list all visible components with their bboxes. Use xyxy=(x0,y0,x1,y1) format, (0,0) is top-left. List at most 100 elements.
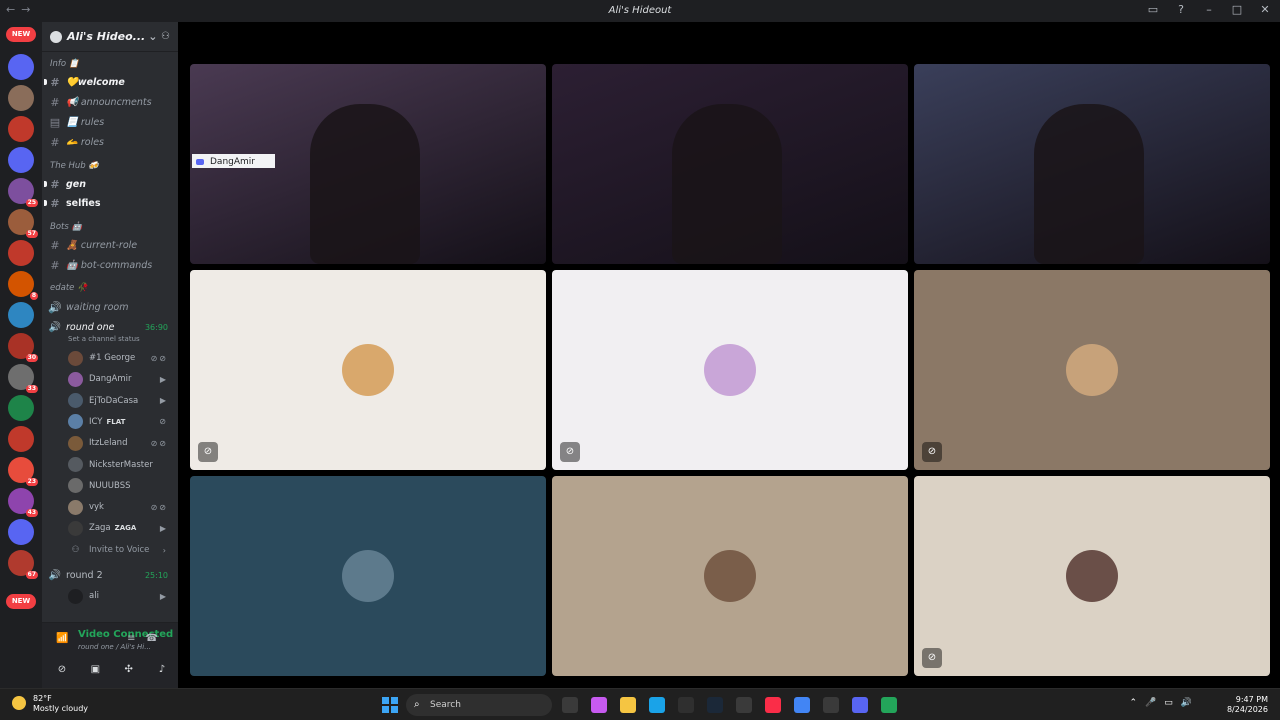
voice-channel-waiting-room[interactable]: 🔊 waiting room xyxy=(48,298,172,316)
voice-user[interactable]: NUUUBSS xyxy=(68,476,172,496)
participant-tile[interactable]: ⊘ xyxy=(914,476,1270,676)
server-icon[interactable]: 57 xyxy=(8,209,38,238)
server-icon[interactable] xyxy=(8,395,34,421)
voice-user[interactable]: ICY FLAT ⊘ xyxy=(68,412,172,432)
channel-announcements[interactable]: # 📢 announcments xyxy=(48,93,172,111)
video-tile[interactable] xyxy=(552,64,908,264)
clock[interactable]: 9:47 PM 8/24/2026 xyxy=(1227,695,1268,715)
voice-channel-round-one[interactable]: 🔊 round one 36:90 xyxy=(48,318,172,336)
server-icon[interactable]: 33 xyxy=(8,364,38,393)
server-icon[interactable] xyxy=(8,85,34,111)
taskbar-app-icon[interactable] xyxy=(707,697,723,713)
hash-icon: # xyxy=(50,238,60,252)
speaker-icon: 🔊 xyxy=(48,300,62,314)
channel-selfies[interactable]: # selfies xyxy=(44,194,172,212)
voice-user[interactable]: EjToDaCasa ▶ xyxy=(68,391,172,411)
server-icon[interactable]: 23 xyxy=(8,457,38,486)
channel-bot-commands[interactable]: # 🤖 bot-commands xyxy=(48,256,172,274)
user-name: Zaga xyxy=(89,523,111,534)
server-icon[interactable] xyxy=(8,54,34,80)
signal-icon[interactable]: 📶 xyxy=(56,633,68,644)
voice-user[interactable]: #1 George ⊘⊘ xyxy=(68,348,172,368)
inbox-icon[interactable]: ▭ xyxy=(1146,3,1160,16)
video-feed xyxy=(1034,104,1144,264)
add-user-icon[interactable]: ⚇ xyxy=(161,31,170,42)
voice-user-ali[interactable]: ali ▶ xyxy=(68,586,172,606)
video-tile[interactable] xyxy=(914,64,1270,264)
participant-tile[interactable]: ⊘ xyxy=(190,270,546,470)
taskbar-app-icon[interactable] xyxy=(823,697,839,713)
soundboard-button[interactable]: ♪ xyxy=(150,661,174,679)
voice-user[interactable]: NicksterMaster xyxy=(68,455,172,475)
channel-current-role[interactable]: # 🧸 current-role xyxy=(48,236,172,254)
participant-tile[interactable] xyxy=(552,476,908,676)
channel-label: 🫴 roles xyxy=(66,136,104,148)
participant-tile[interactable]: ⊘ xyxy=(914,270,1270,470)
server-icon[interactable]: 30 xyxy=(8,333,38,362)
new-badge-bottom[interactable]: NEW xyxy=(6,594,36,609)
channel-status[interactable]: Set a channel status xyxy=(68,335,140,343)
invite-to-voice[interactable]: ⚇ Invite to Voice › xyxy=(68,540,172,560)
server-icon[interactable] xyxy=(8,116,34,142)
user-name: NUUUBSS xyxy=(89,480,131,491)
help-icon[interactable]: ? xyxy=(1174,3,1188,16)
status-icons: ⊘⊘ xyxy=(150,502,168,512)
channel-roles[interactable]: # 🫴 roles xyxy=(48,133,172,151)
taskbar-app-icon[interactable] xyxy=(765,697,781,713)
category-edate[interactable]: edate 🥀 xyxy=(50,283,88,293)
taskbar-app-icon[interactable] xyxy=(649,697,665,713)
new-badge[interactable]: NEW xyxy=(6,27,36,42)
taskbar-app-icon[interactable] xyxy=(881,697,897,713)
voice-user[interactable]: Zaga ZAGA ▶ xyxy=(68,518,172,538)
server-icon[interactable] xyxy=(8,302,34,328)
activities-button[interactable]: ✣ xyxy=(117,661,141,679)
taskbar-app-icon[interactable] xyxy=(620,697,636,713)
minimize-button[interactable]: – xyxy=(1202,3,1216,16)
system-tray[interactable]: ⌃🎤▭🔊 xyxy=(1130,698,1200,708)
noise-and-disconnect-icons[interactable]: ≡☎ xyxy=(127,633,168,644)
taskbar-app-icon[interactable] xyxy=(591,697,607,713)
participant-nametag: DangAmir xyxy=(192,154,275,168)
voice-user[interactable]: vyk ⊘⊘ xyxy=(68,497,172,517)
server-icon[interactable]: 25 xyxy=(8,178,38,207)
server-icon[interactable]: 67 xyxy=(8,550,38,579)
avatar xyxy=(704,344,756,396)
server-icon[interactable]: 8 xyxy=(8,271,38,300)
camera-off-button[interactable]: ⊘ xyxy=(50,661,74,679)
server-icon[interactable] xyxy=(8,240,34,266)
server-icon[interactable] xyxy=(8,147,34,173)
taskbar-app-icon[interactable] xyxy=(736,697,752,713)
server-icon[interactable] xyxy=(8,426,34,452)
video-grid: DangAmir ⊘ ⊘ ⊘ ⊘ xyxy=(190,64,1270,676)
voice-user[interactable]: DangAmir ▶ xyxy=(68,369,172,389)
screen-share-button[interactable]: ▣ xyxy=(83,661,107,679)
mention-badge: 67 xyxy=(25,571,38,579)
category-hub[interactable]: The Hub 🍻 xyxy=(50,161,99,171)
category-info[interactable]: Info 📋 xyxy=(50,59,79,69)
taskbar-app-icon[interactable] xyxy=(562,697,578,713)
voice-location[interactable]: round one / Ali's Hi... xyxy=(78,643,151,651)
voice-channel-round-2[interactable]: 🔊 round 2 25:10 xyxy=(48,566,172,584)
guild-header[interactable]: Ali's Hideo... ⌄ ⚇ xyxy=(42,22,178,52)
taskbar-app-icon[interactable] xyxy=(794,697,810,713)
channel-rules[interactable]: ▤ 📃 rules xyxy=(48,113,172,131)
server-icon[interactable]: 43 xyxy=(8,488,38,517)
avatar xyxy=(68,371,83,387)
mention-badge: 57 xyxy=(25,230,38,238)
server-icon[interactable] xyxy=(8,519,34,545)
start-button[interactable] xyxy=(382,697,398,713)
maximize-button[interactable]: □ xyxy=(1230,3,1244,16)
participant-tile[interactable]: ⊘ xyxy=(552,270,908,470)
channel-welcome[interactable]: # 💛welcome xyxy=(44,73,172,91)
voice-timer: 36:90 xyxy=(144,322,168,332)
close-button[interactable]: ✕ xyxy=(1258,3,1272,16)
voice-user[interactable]: ItzLeland ⊘⊘ xyxy=(68,433,172,453)
taskbar-app-icon[interactable] xyxy=(678,697,694,713)
category-bots[interactable]: Bots 🤖 xyxy=(50,222,82,232)
taskbar-app-icon[interactable] xyxy=(852,697,868,713)
avatar xyxy=(68,414,83,430)
participant-tile[interactable] xyxy=(190,476,546,676)
channel-gen[interactable]: # gen xyxy=(44,175,172,193)
taskbar-search[interactable]: ⌕ Search xyxy=(406,694,552,716)
video-tile[interactable]: DangAmir xyxy=(190,64,546,264)
